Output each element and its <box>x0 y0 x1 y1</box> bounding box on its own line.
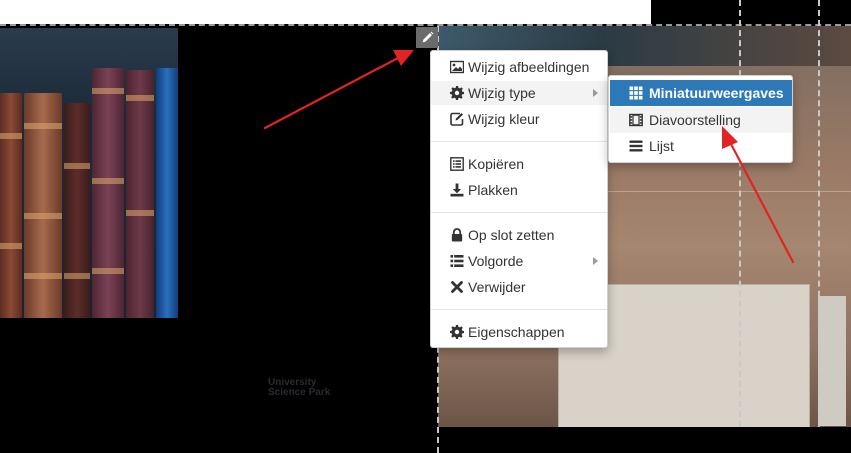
pencil-icon <box>421 31 434 44</box>
book-spine <box>64 103 90 318</box>
menu-item-label: Plakken <box>468 182 518 198</box>
submenu-item-thumbnails[interactable]: Miniatuurweergaves <box>610 80 792 106</box>
book-spine <box>156 68 178 318</box>
edit-button[interactable] <box>416 27 438 48</box>
submenu-arrow-icon <box>593 257 598 265</box>
submenu-item-label: Diavoorstelling <box>649 112 741 128</box>
grid-guide-middle <box>739 0 741 427</box>
menu-item-delete[interactable]: Verwijder <box>431 275 607 299</box>
menu-item-change-images[interactable]: Wijzig afbeeldingen <box>431 55 607 79</box>
gear-icon <box>450 86 464 100</box>
image-icon <box>450 60 464 74</box>
grid-icon <box>629 86 643 100</box>
bars-icon <box>629 139 643 153</box>
menu-item-change-color[interactable]: Wijzig kleur <box>431 107 607 131</box>
menu-item-label: Op slot zetten <box>468 227 555 243</box>
close-icon <box>450 280 464 294</box>
submenu-item-label: Miniatuurweergaves <box>649 85 784 101</box>
books-image <box>0 28 178 318</box>
film-icon <box>629 113 643 127</box>
book-spine <box>92 68 124 318</box>
menu-item-properties[interactable]: Eigenschappen <box>431 320 607 344</box>
submenu-item-label: Lijst <box>649 138 674 154</box>
desk-card-text: University Science Park <box>268 378 330 398</box>
submenu-arrow-icon <box>593 89 598 97</box>
menu-item-paste[interactable]: Plakken <box>431 178 607 202</box>
top-white-strip <box>0 0 651 24</box>
download-icon <box>450 183 464 197</box>
submenu-item-list[interactable]: Lijst <box>610 133 792 159</box>
context-menu: Wijzig afbeeldingen Wijzig type Wijzig k… <box>430 50 608 348</box>
book-spine <box>0 93 22 318</box>
menu-divider <box>431 212 607 213</box>
menu-divider <box>431 309 607 310</box>
book-spine <box>126 70 154 318</box>
annotation-arrow-to-edit-button <box>263 50 414 130</box>
menu-item-copy[interactable]: Kopiëren <box>431 152 607 176</box>
gear-icon <box>450 325 464 339</box>
menu-item-change-type[interactable]: Wijzig type <box>431 81 607 105</box>
menu-item-label: Wijzig kleur <box>468 111 540 127</box>
menu-item-label: Verwijder <box>468 279 526 295</box>
menu-item-label: Wijzig afbeeldingen <box>468 59 590 75</box>
list-alt-icon <box>450 157 464 171</box>
menu-item-label: Wijzig type <box>468 85 536 101</box>
submenu-item-slideshow[interactable]: Diavoorstelling <box>610 107 792 133</box>
grid-guide-right <box>818 0 820 427</box>
book-spine <box>24 93 62 318</box>
edit-square-icon <box>450 112 464 126</box>
menu-item-label: Volgorde <box>468 253 524 269</box>
lock-icon <box>450 228 464 242</box>
desk-card-text-line2: Science Park <box>268 387 331 398</box>
menu-divider <box>431 141 607 142</box>
menu-item-label: Eigenschappen <box>468 324 565 340</box>
list-icon <box>450 254 464 268</box>
type-submenu: Miniatuurweergaves Diavoorstelling Lijst <box>608 75 793 163</box>
menu-item-lock[interactable]: Op slot zetten <box>431 223 607 247</box>
menu-item-order[interactable]: Volgorde <box>431 249 607 273</box>
desk-paper <box>818 296 846 426</box>
menu-item-label: Kopiëren <box>468 156 525 172</box>
